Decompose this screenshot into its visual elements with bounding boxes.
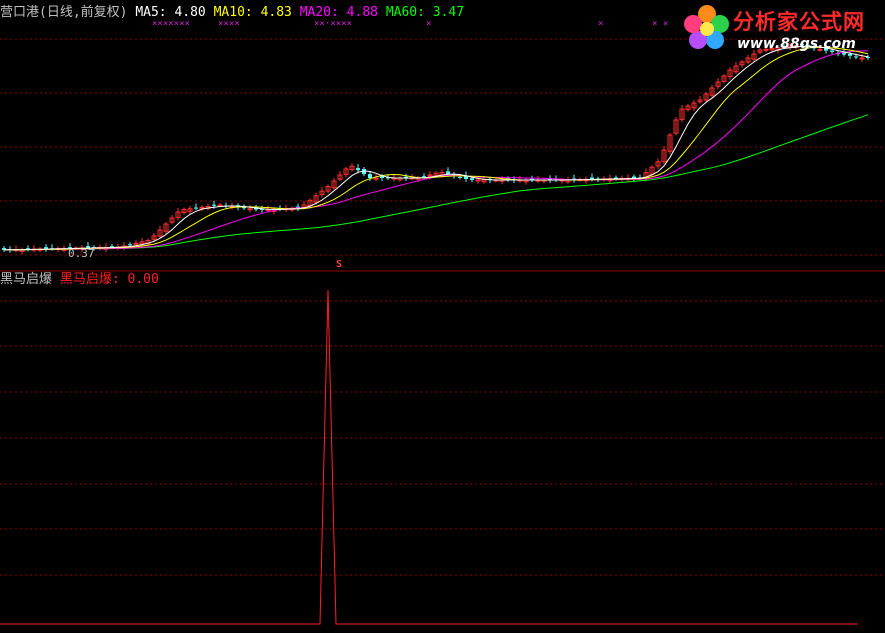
chart-canvas[interactable]: [0, 0, 885, 633]
candle-body: [199, 206, 205, 209]
ma5-line: [3, 45, 869, 251]
candle-body: [470, 178, 474, 180]
indicator-series-label: 黑马启爆:: [59, 272, 120, 287]
candle-body: [422, 176, 426, 178]
ma20-line: [3, 50, 868, 251]
candle-body: [194, 207, 198, 209]
signal-marker: S: [336, 259, 343, 270]
candle-body: [212, 204, 216, 206]
ma20-label: MA20:: [299, 5, 339, 20]
x-marker: ×××××××: [152, 19, 190, 29]
ma10-line: [3, 46, 869, 251]
ma60-label: MA60:: [385, 5, 425, 20]
logo-url: www.88gs.com: [737, 36, 856, 52]
x-marker: ×: [598, 19, 604, 29]
site-logo: 分析家公式网 www.88gs.com: [681, 2, 881, 58]
x-marker: ×: [426, 19, 432, 29]
x-marker: × ×: [652, 19, 669, 29]
candle-body: [217, 204, 223, 207]
candle-body: [133, 242, 139, 245]
ma20-value: 4.88: [346, 5, 378, 20]
ma5-label: MA5:: [135, 5, 167, 20]
ma60-line: [3, 114, 869, 251]
candle-body: [44, 247, 48, 249]
candle-body: [458, 176, 462, 178]
stock-title: 营口港(日线,前复权): [0, 5, 128, 20]
candle-body: [265, 209, 271, 212]
candle-body: [368, 174, 372, 178]
grid-lines: [0, 38, 885, 576]
candle-body: [128, 244, 132, 246]
indicator-line: [0, 289, 858, 625]
candle-body: [356, 168, 360, 171]
candle-body: [475, 179, 481, 182]
ma10-label: MA10:: [213, 5, 253, 20]
ma60-value: 3.47: [432, 5, 465, 20]
indicator-series-value: 0.00: [127, 272, 159, 287]
min-price-label: 0.37: [68, 247, 95, 260]
price-panel-header: 营口港(日线,前复权) MA5: 4.80 MA10: 4.83 MA20: 4…: [0, 6, 464, 20]
x-marker: ××××: [218, 19, 240, 29]
ma5-value: 4.80: [174, 5, 206, 20]
candle-body: [247, 208, 253, 211]
indicator-panel-header: 黑马启爆 黑马启爆: 0.00: [0, 273, 159, 287]
candle-body: [446, 171, 450, 175]
logo-title: 分析家公式网: [733, 10, 865, 34]
indicator-name: 黑马启爆: [0, 272, 53, 287]
x-marker: ××·××××: [314, 19, 352, 29]
ma10-value: 4.83: [260, 5, 292, 20]
candle-body: [859, 57, 865, 60]
candle-body: [590, 177, 594, 180]
flower-logo-icon: [684, 5, 729, 49]
